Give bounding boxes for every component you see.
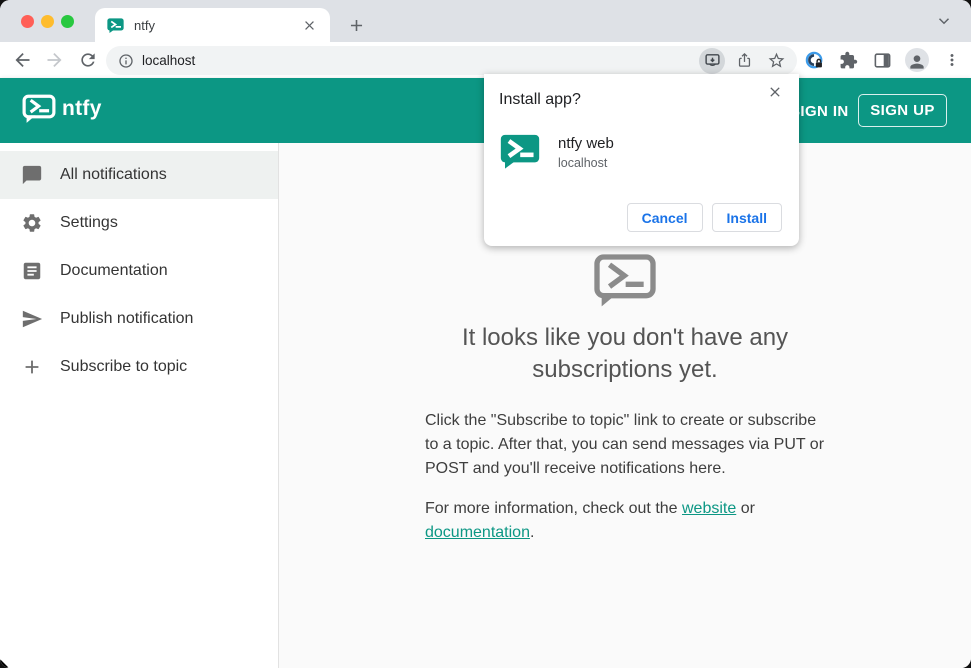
dialog-title: Install app? — [499, 91, 581, 108]
reload-icon[interactable] — [78, 50, 98, 70]
tab-title: ntfy — [134, 17, 155, 33]
paragraph-text: For more information, check out the — [425, 500, 682, 518]
window-minimize-button[interactable] — [41, 15, 54, 28]
mouse-cursor — [0, 658, 13, 668]
brand-name: ntfy — [62, 97, 102, 120]
empty-state-links-paragraph: For more information, check out the webs… — [425, 497, 825, 545]
article-icon — [21, 260, 43, 282]
menu-kebab-icon[interactable] — [941, 49, 963, 71]
ntfy-logo-icon — [22, 94, 56, 124]
dialog-app-name: ntfy web — [558, 135, 614, 152]
back-icon[interactable] — [12, 50, 33, 71]
tab-close-icon[interactable] — [301, 17, 318, 34]
sign-up-button[interactable]: SIGN UP — [858, 94, 947, 127]
privacy-extension-icon[interactable] — [803, 49, 825, 71]
empty-state-heading: It looks like you don't have any subscri… — [461, 324, 789, 384]
install-app-icon[interactable] — [699, 47, 725, 74]
browser-tab-ntfy[interactable]: ntfy — [95, 8, 330, 42]
install-app-dialog: Install app? ntfy web localhost Cancel I… — [484, 74, 799, 246]
bookmark-star-icon[interactable] — [763, 48, 789, 74]
new-tab-button[interactable] — [344, 13, 368, 37]
empty-state-paragraph: Click the "Subscribe to topic" link to c… — [425, 412, 825, 478]
gear-icon — [21, 212, 43, 234]
send-icon — [21, 308, 43, 330]
side-panel-icon[interactable] — [871, 49, 893, 71]
dialog-app-origin: localhost — [558, 156, 608, 170]
url-text[interactable]: localhost — [142, 53, 699, 68]
tab-search-chevron-icon[interactable] — [935, 12, 953, 30]
paragraph-text: . — [529, 524, 535, 542]
profile-avatar[interactable] — [905, 48, 929, 72]
sidebar: All notifications Settings Documentation… — [0, 143, 279, 668]
sidebar-item-label: All notifications — [60, 166, 167, 183]
forward-icon — [44, 50, 65, 71]
extensions-puzzle-icon[interactable] — [837, 49, 859, 71]
install-button[interactable]: Install — [711, 203, 782, 232]
dialog-close-icon[interactable] — [765, 82, 785, 102]
plus-icon — [21, 356, 43, 378]
address-bar[interactable]: localhost — [106, 46, 797, 75]
sidebar-item-label: Publish notification — [60, 310, 194, 327]
ntfy-terminal-icon-large — [593, 253, 657, 309]
sidebar-item-label: Settings — [60, 214, 118, 231]
extension-area — [803, 42, 963, 78]
ntfy-app-icon — [500, 133, 540, 173]
window-close-button[interactable] — [21, 15, 34, 28]
sidebar-item-all-notifications[interactable]: All notifications — [0, 151, 278, 199]
sidebar-item-subscribe-to-topic[interactable]: Subscribe to topic — [0, 343, 278, 391]
ntfy-favicon-icon — [107, 17, 124, 34]
browser-window: ntfy localhost ntfy SIGN IN SIGN UP All … — [0, 0, 971, 668]
share-icon[interactable] — [731, 48, 757, 74]
window-zoom-button[interactable] — [61, 15, 74, 28]
page-info-icon[interactable] — [118, 53, 134, 69]
sidebar-item-publish-notification[interactable]: Publish notification — [0, 295, 278, 343]
browser-toolbar: localhost — [0, 42, 971, 78]
cancel-button[interactable]: Cancel — [626, 203, 703, 232]
sidebar-item-label: Documentation — [60, 262, 168, 279]
documentation-link[interactable]: documentation — [425, 524, 530, 541]
chat-icon — [21, 164, 43, 186]
website-link[interactable]: website — [682, 500, 736, 517]
sidebar-item-label: Subscribe to topic — [60, 358, 188, 375]
tab-strip: ntfy — [0, 0, 971, 42]
sidebar-item-documentation[interactable]: Documentation — [0, 247, 278, 295]
sidebar-item-settings[interactable]: Settings — [0, 199, 278, 247]
paragraph-text: or — [736, 500, 755, 518]
